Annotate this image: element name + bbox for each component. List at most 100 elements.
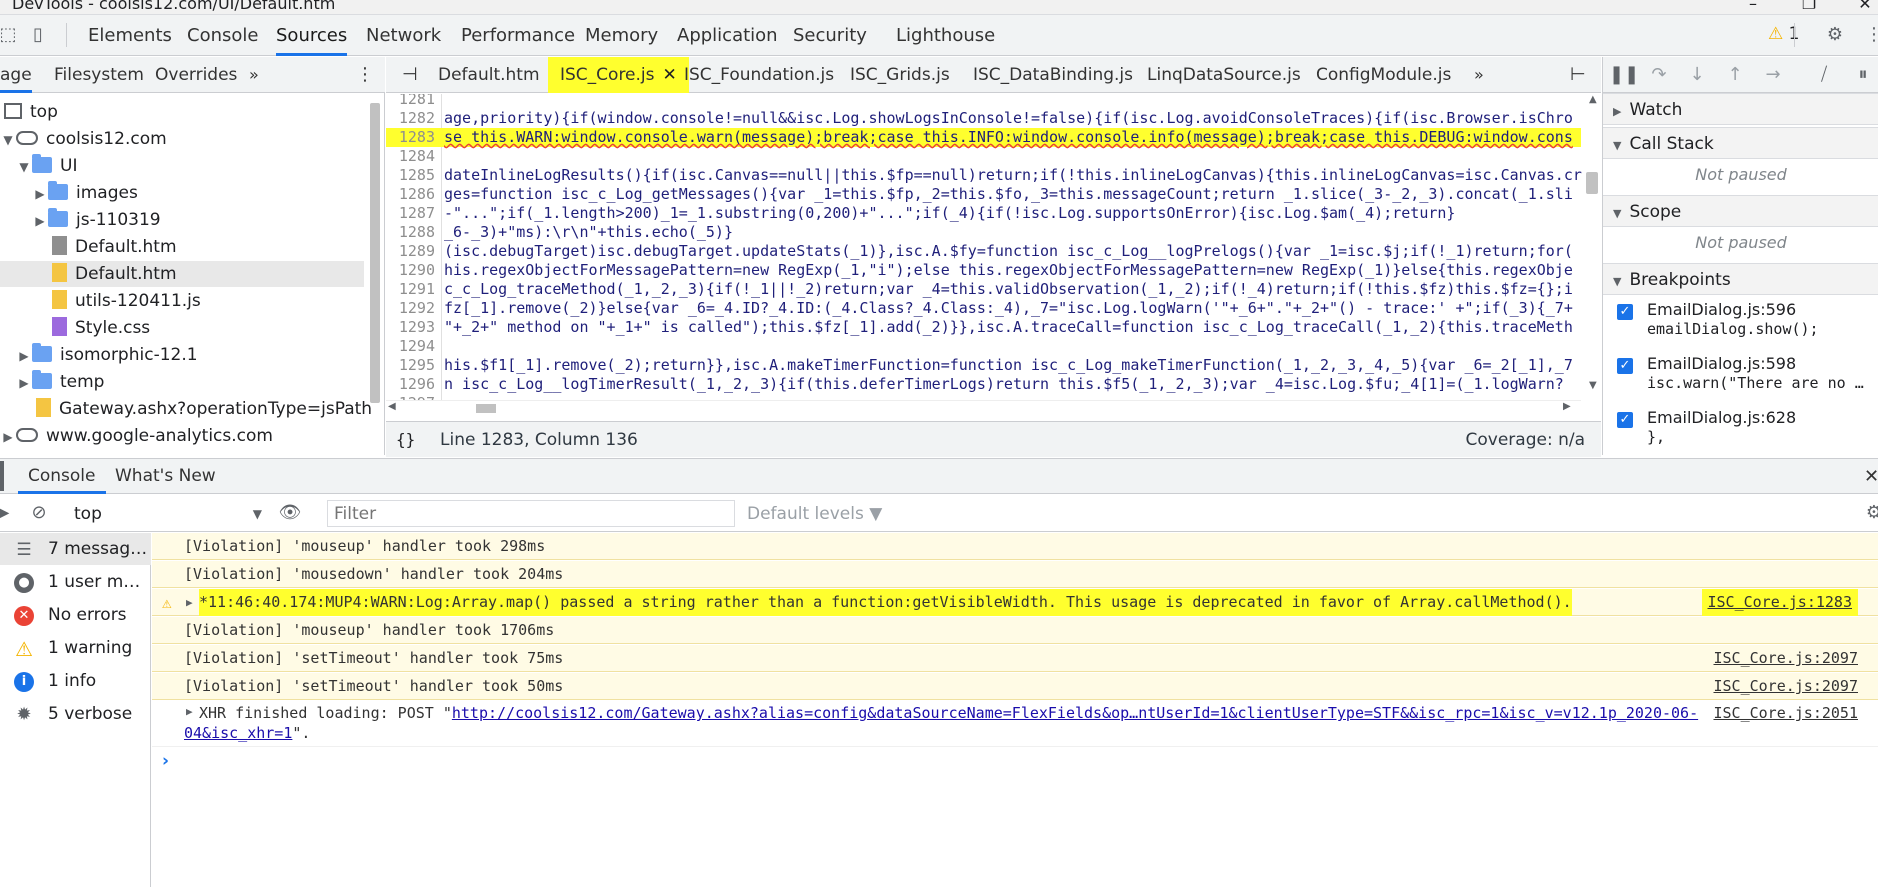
context-selector[interactable]: top ▼ (74, 501, 264, 527)
line-number[interactable]: 1294 (386, 337, 439, 356)
checkbox-checked-icon[interactable]: ✓ (1617, 412, 1633, 428)
console-settings-gear-icon[interactable]: ⚙ (1862, 501, 1878, 525)
tree-item-file[interactable]: utils-120411.js (52, 288, 201, 314)
line-number[interactable]: 1286 (386, 185, 439, 204)
sidebar-item-warnings[interactable]: ⚠ 1 warning (0, 632, 151, 664)
code-line[interactable]: 1289 (isc.debugTarget)isc.debugTarget.upd… (386, 242, 1581, 261)
code-line[interactable]: 1286 ges=function isc_c_Log_getMessages()… (386, 185, 1581, 204)
line-number[interactable]: 1284 (386, 147, 439, 166)
code-line[interactable]: 1283 se this.WARN:window.console.warn(mes… (386, 128, 1581, 147)
xhr-url-link[interactable]: http://coolsis12.com/Gateway.ashx?alias=… (452, 704, 1698, 722)
editor-tab-configmodule[interactable]: ConfigModule.js (1316, 57, 1451, 93)
more-tabs-chevron-icon[interactable]: » (249, 57, 259, 93)
editor-tab-isc-databinding[interactable]: ISC_DataBinding.js (973, 57, 1133, 93)
settings-gear-icon[interactable]: ⚙ (1823, 23, 1847, 47)
code-line[interactable]: 1295 his.$f1[_1].remove(_2);return}},isc.… (386, 356, 1581, 375)
more-options-icon[interactable]: ⋮ (1862, 23, 1878, 47)
drawer-tab-whats-new[interactable]: What's New (115, 459, 216, 494)
tree-item-images-folder[interactable]: ▶ images (32, 180, 138, 206)
live-expression-eye-icon[interactable]: 👁 (278, 501, 302, 525)
line-number[interactable]: 1289 (386, 242, 439, 261)
code-line[interactable]: 1285 dateInlineLogResults(){if(isc.Canvas… (386, 166, 1582, 185)
close-tab-icon[interactable]: ✕ (663, 65, 677, 85)
watch-section-header[interactable]: ▶ Watch (1603, 93, 1878, 125)
editor-tab-isc-foundation[interactable]: ISC_Foundation.js (684, 57, 834, 93)
step-over-icon[interactable]: ↷ (1647, 63, 1671, 87)
sidebar-item-verbose[interactable]: ✹ 5 verbose (0, 698, 151, 730)
scroll-right-arrow-icon[interactable]: ▶ (1563, 401, 1571, 412)
code-line[interactable]: 1287 -"...";if(_1.length>200)_1=_1.substr… (386, 204, 1581, 223)
code-line[interactable]: 1288 _6-_3)+"ms):\r\n"+this.echo(_5)} (386, 223, 1581, 242)
pretty-print-button[interactable]: {} (396, 422, 415, 458)
code-line[interactable]: 1296 n isc_c_Log__logTimerResult(_1,_2,_3… (386, 375, 1581, 394)
checkbox-checked-icon[interactable]: ✓ (1617, 304, 1633, 320)
tree-item-temp-folder[interactable]: ▶ temp (16, 369, 104, 395)
pause-icon[interactable]: ❚❚ (1609, 63, 1639, 87)
message-source-link[interactable]: ISC_Core.js:2051 (1714, 703, 1859, 723)
editor-tab-isc-grids[interactable]: ISC_Grids.js (850, 57, 950, 93)
line-number[interactable]: 1296 (386, 375, 439, 394)
console-message-warning[interactable]: ⚠ ▶ *11:46:40.174:MUP4:WARN:Log:Array.ma… (152, 589, 1878, 616)
console-prompt-icon[interactable]: › (162, 751, 169, 771)
step-into-icon[interactable]: ↓ (1685, 63, 1709, 87)
tree-item-ui-folder[interactable]: ▼ UI (16, 153, 77, 179)
sidebar-item-info[interactable]: i1 info (0, 665, 151, 697)
line-number[interactable]: 1292 (386, 299, 439, 318)
code-line[interactable]: 1284 (386, 147, 1581, 166)
line-number[interactable]: 1288 (386, 223, 439, 242)
message-source-link[interactable]: ISC_Core.js:2097 (1714, 645, 1859, 672)
editor-tab-linqdatasource[interactable]: LinqDataSource.js (1147, 57, 1301, 93)
expand-triangle-icon[interactable]: ▶ (186, 589, 193, 616)
code-editor[interactable]: 1281 1282 age,priority){if(window.console!… (386, 94, 1601, 414)
tab-memory[interactable]: Memory (585, 15, 658, 56)
scroll-left-arrow-icon[interactable]: ◀ (388, 401, 396, 412)
editor-horizontal-scrollbar[interactable]: ◀ ▶ (386, 400, 1581, 414)
line-number[interactable]: 1285 (386, 166, 439, 185)
tab-network[interactable]: Network (366, 15, 441, 56)
tab-elements[interactable]: Elements (88, 15, 172, 56)
code-line[interactable]: 1281 (386, 94, 1581, 109)
tree-item-file-selected[interactable]: Default.htm (0, 261, 364, 287)
log-levels-dropdown[interactable]: Default levels ▼ (747, 501, 882, 527)
navigator-menu-icon[interactable]: ⋮ (356, 57, 374, 93)
code-line[interactable]: 1292 fz[_1].remove(_2)}else{var _6=_4.ID?… (386, 299, 1581, 318)
deactivate-breakpoints-icon[interactable]: ⧸ (1812, 63, 1836, 87)
breakpoints-section-header[interactable]: ▼ Breakpoints (1603, 263, 1878, 295)
tree-item-google-analytics[interactable]: ▶ www.google-analytics.com (0, 423, 273, 449)
toggle-debugger-icon[interactable]: ⊢ (1570, 57, 1586, 93)
step-out-icon[interactable]: ↑ (1723, 63, 1747, 87)
tab-sources[interactable]: Sources (276, 15, 348, 56)
sidebar-item-errors[interactable]: ✕ No errors (0, 599, 151, 631)
tree-item-top[interactable]: top (4, 99, 58, 125)
line-number[interactable]: 1290 (386, 261, 439, 280)
tab-security[interactable]: Security (793, 15, 867, 56)
device-toolbar-icon[interactable]: ▯ (26, 23, 50, 47)
tab-lighthouse[interactable]: Lighthouse (896, 15, 995, 56)
tree-item-isomorphic-folder[interactable]: ▶ isomorphic-12.1 (16, 342, 198, 368)
message-source-link[interactable]: ISC_Core.js:2097 (1714, 673, 1859, 700)
close-window-button[interactable]: ✕ (1842, 0, 1878, 14)
code-line[interactable]: 1282 age,priority){if(window.console!=nul… (386, 109, 1581, 128)
checkbox-checked-icon[interactable]: ✓ (1617, 358, 1633, 374)
line-number[interactable]: 1291 (386, 280, 439, 299)
tree-item-file[interactable]: Default.htm (52, 234, 177, 260)
line-number[interactable]: 1281 (386, 94, 439, 109)
editor-vertical-scrollbar[interactable] (1586, 172, 1598, 194)
code-line[interactable]: 1291 c_c_Log_traceMethod(_1,_2,_3){if(!_1… (386, 280, 1581, 299)
code-line[interactable]: 1294 (386, 337, 1581, 356)
console-filter-input[interactable] (327, 500, 735, 527)
tree-item-file[interactable]: Style.css (52, 315, 150, 341)
minimize-button[interactable]: – (1730, 0, 1776, 14)
editor-tab-isc-core[interactable]: ISC_Core.js ✕ (548, 57, 689, 93)
maximize-button[interactable]: ❐ (1786, 0, 1832, 14)
code-line[interactable]: 1290 his.regexObjectForMessagePattern=new… (386, 261, 1581, 280)
tree-item-js-folder[interactable]: ▶ js-110319 (32, 207, 161, 233)
scope-section-header[interactable]: ▼ Scope (1603, 195, 1878, 227)
line-number[interactable]: 1282 (386, 109, 439, 128)
message-source-link[interactable]: ISC_Core.js:1283 (1701, 589, 1858, 616)
clear-console-icon[interactable]: ⊘ (27, 501, 51, 525)
line-number[interactable]: 1283 (386, 128, 439, 147)
tab-performance[interactable]: Performance (461, 15, 575, 56)
tab-application[interactable]: Application (677, 15, 778, 56)
pause-on-exceptions-icon[interactable]: ⏸ (1851, 63, 1875, 87)
